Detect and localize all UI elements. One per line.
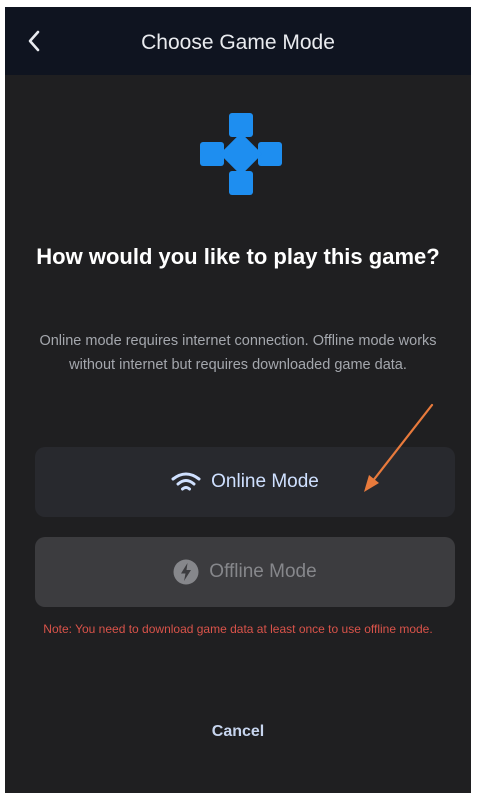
offline-mode-button[interactable]: Offline Mode xyxy=(35,537,455,607)
lightning-icon xyxy=(173,559,199,585)
header-bar: Choose Game Mode xyxy=(5,7,471,75)
game-mode-screen: Choose Game Mode How would you like to p… xyxy=(5,7,471,793)
gamepad-logo-icon xyxy=(200,113,282,195)
mode-question: How would you like to play this game? xyxy=(36,244,440,269)
online-mode-label: Online Mode xyxy=(211,471,319,492)
offline-note: Note: You need to download game data at … xyxy=(43,622,433,636)
offline-mode-label: Offline Mode xyxy=(209,561,317,582)
page-title: Choose Game Mode xyxy=(141,31,335,54)
cancel-button[interactable]: Cancel xyxy=(188,723,288,741)
mode-description: Online mode requires internet connection… xyxy=(39,333,437,373)
wifi-icon xyxy=(171,472,201,491)
annotation-arrow-icon xyxy=(364,403,434,492)
